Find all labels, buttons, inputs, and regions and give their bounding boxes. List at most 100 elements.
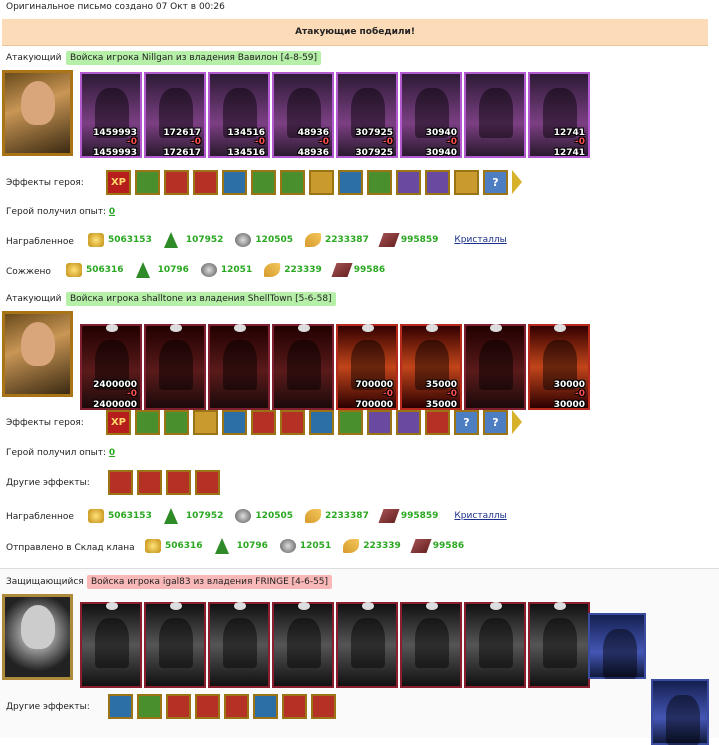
chest-effect-icon[interactable] [164, 170, 189, 195]
unit-slot[interactable] [400, 602, 462, 688]
wood-icon [214, 538, 229, 554]
unit-slot[interactable] [464, 324, 526, 410]
unit-slot[interactable]: 30940 -0 30940 [400, 72, 462, 158]
unit-slot[interactable]: 700000 -0 700000 [336, 324, 398, 410]
sword-effect-icon[interactable] [195, 470, 220, 495]
exp-value[interactable]: 0 [109, 207, 115, 217]
attacker1-army-label[interactable]: Войска игрока Nillgan из владения Вавило… [66, 51, 322, 65]
attacker2-sent-label: Отправлено в Склад клана [6, 543, 135, 553]
unknown-effect-icon[interactable]: ? [483, 410, 508, 435]
defense-tower-slot[interactable] [588, 613, 646, 679]
sword-effect-icon[interactable] [137, 694, 162, 719]
unit-slot[interactable] [336, 602, 398, 688]
unknown-effect-icon[interactable]: ? [483, 170, 508, 195]
attacker2-role: Атакующий [6, 294, 62, 304]
chest-effect-icon[interactable] [251, 410, 276, 435]
defender-other-effects [108, 694, 340, 719]
unit-slot[interactable] [528, 602, 590, 688]
attacker2-loot: 5063153 107952 120505 2233387 995859 Кри… [88, 508, 507, 524]
unit-slot[interactable] [80, 602, 142, 688]
dice-effect-icon[interactable] [280, 410, 305, 435]
sword-effect-icon[interactable] [195, 694, 220, 719]
sword-effect-icon[interactable] [108, 694, 133, 719]
unit-slot[interactable]: 48936 -0 48936 [272, 72, 334, 158]
hand-effect-icon[interactable] [338, 170, 363, 195]
blessing-effect-icon[interactable] [108, 470, 133, 495]
scroll-right-icon[interactable] [512, 170, 522, 194]
armor-effect-icon[interactable] [367, 410, 392, 435]
ring-effect-icon[interactable] [454, 170, 479, 195]
blessing-effect-icon[interactable] [166, 694, 191, 719]
attacker2-hero-portrait[interactable] [2, 311, 73, 397]
unit-slot[interactable]: 12741 -0 12741 [528, 72, 590, 158]
blessing-effect-icon[interactable] [137, 470, 162, 495]
armor-effect-icon[interactable] [425, 170, 450, 195]
hand-effect-icon[interactable] [222, 410, 247, 435]
wood-icon [163, 508, 178, 524]
ore-icon [279, 539, 296, 553]
defender-other-effects-label: Другие эффекты: [6, 702, 90, 712]
defense-tower-slot[interactable] [651, 679, 709, 745]
sword-effect-icon[interactable] [280, 170, 305, 195]
unit-slot[interactable] [464, 72, 526, 158]
wood-icon [135, 262, 150, 278]
attacker2-loot-label: Награбленное [6, 512, 74, 522]
shield-sword-effect-icon[interactable] [338, 410, 363, 435]
crystals-icon [331, 263, 353, 277]
crystals-link[interactable]: Кристаллы [454, 511, 506, 521]
attacker1-loot: 5063153 107952 120505 2233387 995859 Кри… [88, 232, 507, 248]
handshake-effect-icon[interactable] [193, 410, 218, 435]
sword-effect-icon[interactable] [164, 410, 189, 435]
creature-effect-icon[interactable] [135, 170, 160, 195]
xp-effect-icon[interactable]: XP [106, 170, 131, 195]
unit-slot[interactable] [464, 602, 526, 688]
unit-slot[interactable] [144, 602, 206, 688]
scroll-right-icon[interactable] [512, 410, 522, 434]
ore-icon [235, 509, 252, 523]
attacker2-sent: 506316 10796 12051 223339 99586 [145, 538, 476, 554]
defender-hero-portrait[interactable] [2, 594, 73, 680]
attacker1-burned-label: Сожжено [6, 267, 51, 277]
shield-sword-effect-icon[interactable] [251, 170, 276, 195]
unit-slot[interactable] [208, 602, 270, 688]
unit-slot[interactable]: 172617 -0 172617 [144, 72, 206, 158]
unit-slot[interactable]: 2400000 -0 2400000 [80, 324, 142, 410]
amulet-effect-icon[interactable] [396, 170, 421, 195]
sword-effect-icon[interactable] [253, 694, 278, 719]
unit-slot[interactable] [272, 324, 334, 410]
unit-slot[interactable]: 30000 -0 30000 [528, 324, 590, 410]
unit-slot[interactable]: 1459993 -0 1459993 [80, 72, 142, 158]
boot-effect-icon[interactable] [367, 170, 392, 195]
unit-slot[interactable] [272, 602, 334, 688]
blessing-effect-icon[interactable] [311, 694, 336, 719]
exp-value[interactable]: 0 [109, 448, 115, 458]
amulet-effect-icon[interactable] [396, 410, 421, 435]
crystals-icon [410, 539, 432, 553]
shield-effect-icon[interactable] [222, 170, 247, 195]
unit-slot[interactable] [144, 324, 206, 410]
wheat-icon [343, 539, 360, 553]
dice-effect-icon[interactable] [193, 170, 218, 195]
creature-effect-icon[interactable] [135, 410, 160, 435]
handshake-effect-icon[interactable] [309, 170, 334, 195]
shield-effect-icon[interactable] [309, 410, 334, 435]
attacker2-army-label[interactable]: Войска игрока shalltone из владения Shel… [66, 292, 336, 306]
unknown-effect-icon[interactable]: ? [454, 410, 479, 435]
attacker1-hero-portrait[interactable] [2, 70, 73, 156]
wood-icon [163, 232, 178, 248]
crystals-link[interactable]: Кристаллы [454, 235, 506, 245]
defender-army-label[interactable]: Войска игрока igal83 из владения FRINGE … [87, 575, 333, 589]
blessing-effect-icon[interactable] [282, 694, 307, 719]
defender-units [80, 602, 592, 688]
unit-slot[interactable] [208, 324, 270, 410]
gold-icon [88, 233, 104, 247]
crystals-icon [378, 509, 400, 523]
unit-slot[interactable]: 134516 -0 134516 [208, 72, 270, 158]
sword-effect-icon[interactable] [166, 470, 191, 495]
xp-effect-icon[interactable]: XP [106, 410, 131, 435]
unit-slot[interactable]: 307925 -0 307925 [336, 72, 398, 158]
attacker1-role: Атакующий [6, 53, 62, 63]
unit-slot[interactable]: 35000 -0 35000 [400, 324, 462, 410]
gem-effect-icon[interactable] [425, 410, 450, 435]
sword-effect-icon[interactable] [224, 694, 249, 719]
